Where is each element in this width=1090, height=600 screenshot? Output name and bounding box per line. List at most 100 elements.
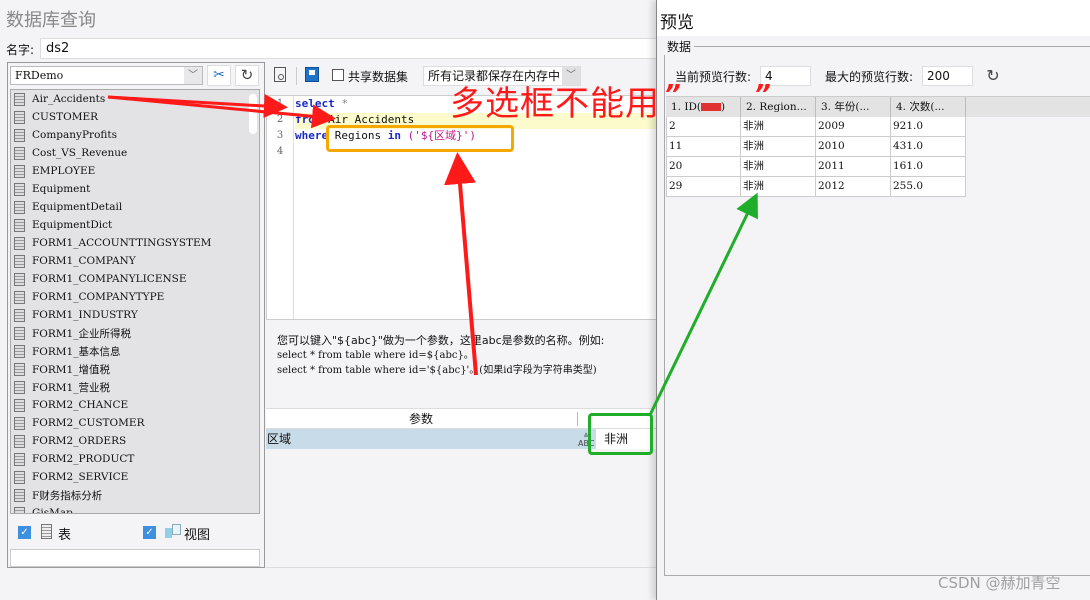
database-select[interactable]: FRDemo ﹀ bbox=[10, 66, 203, 85]
result-cell: 11 bbox=[666, 137, 741, 157]
table-name: FORM2_PRODUCT bbox=[32, 453, 135, 465]
table-list-item[interactable]: EMPLOYEE bbox=[11, 162, 259, 180]
table-icon bbox=[14, 146, 25, 160]
column-header-label: 3. 年份(... bbox=[821, 101, 870, 113]
table-name: Equipment bbox=[32, 183, 91, 195]
table-list-item[interactable]: FORM2_SERVICE bbox=[11, 468, 259, 486]
table-list-item[interactable]: F财务指标分析 bbox=[11, 486, 259, 504]
table-filter-label: 表 bbox=[58, 528, 72, 543]
table-icon bbox=[14, 308, 25, 322]
table-list-item[interactable]: EquipmentDetail bbox=[11, 198, 259, 216]
result-row[interactable]: 29 非洲 2012 255.0 bbox=[666, 177, 1090, 197]
code-token: from bbox=[295, 113, 322, 126]
view-filter-checkbox[interactable]: ✓ bbox=[143, 526, 156, 539]
line-number-gutter: 1 2 3 4 bbox=[267, 96, 294, 319]
table-icon bbox=[14, 182, 25, 196]
hint-line-2: select * from table where id=${abc}。 bbox=[277, 350, 474, 361]
result-cell: 非洲 bbox=[741, 137, 816, 157]
table-list-item[interactable]: FORM1_增值税 bbox=[11, 360, 259, 378]
chevron-down-icon[interactable]: ﹀ bbox=[562, 67, 580, 85]
table-list-item[interactable]: FORM1_COMPANY bbox=[11, 252, 259, 270]
table-icon bbox=[14, 326, 25, 340]
table-icon bbox=[14, 200, 25, 214]
table-icon bbox=[14, 344, 25, 358]
table-icon bbox=[41, 524, 52, 539]
table-icon bbox=[14, 110, 25, 124]
annotation-quote-open: ” bbox=[664, 80, 681, 110]
table-list-item[interactable]: EquipmentDict bbox=[11, 216, 259, 234]
code-token: * bbox=[334, 97, 348, 110]
table-list-item[interactable]: GisMap bbox=[11, 504, 259, 513]
line-number: 3 bbox=[276, 130, 284, 141]
table-list-item[interactable]: FORM1_ACCOUNTTINGSYSTEM bbox=[11, 234, 259, 252]
refresh-tables-button[interactable]: ↻ bbox=[235, 65, 259, 86]
table-list-item[interactable]: FORM1_COMPANYLICENSE bbox=[11, 270, 259, 288]
tools-icon: ✂ bbox=[213, 67, 225, 83]
table-list-item[interactable]: CompanyProfits bbox=[11, 126, 259, 144]
result-row[interactable]: 2 非洲 2009 921.0 bbox=[666, 117, 1090, 137]
table-name: EquipmentDict bbox=[32, 219, 113, 231]
table-icon bbox=[14, 236, 25, 250]
share-dataset-label: 共享数据集 bbox=[348, 70, 409, 84]
annotation-text: 多选框不能用 bbox=[450, 84, 660, 124]
result-table-header: 1. ID() 2. Region... 3. 年份(... 4. 次数(... bbox=[666, 96, 1090, 117]
chevron-down-icon[interactable]: ﹀ bbox=[184, 67, 202, 84]
scrollbar[interactable] bbox=[249, 94, 257, 134]
table-icon bbox=[14, 164, 25, 178]
table-list-item[interactable]: Cost_VS_Revenue bbox=[11, 144, 259, 162]
table-list-item[interactable]: FORM1_营业税 bbox=[11, 378, 259, 396]
table-list-item[interactable]: FORM2_CHANCE bbox=[11, 396, 259, 414]
result-table: 1. ID() 2. Region... 3. 年份(... 4. 次数(... 2非… bbox=[666, 96, 1090, 197]
table-name: FORM1_增值税 bbox=[32, 363, 110, 376]
table-list-item[interactable]: FORM2_PRODUCT bbox=[11, 450, 259, 468]
table-name: Air_Accidents bbox=[32, 93, 106, 105]
table-name: FORM1_COMPANYLICENSE bbox=[32, 273, 187, 285]
share-dataset-checkbox[interactable] bbox=[332, 69, 344, 81]
table-name: F财务指标分析 bbox=[32, 489, 103, 502]
table-list-item[interactable]: FORM1_企业所得税 bbox=[11, 324, 259, 342]
table-icon bbox=[14, 380, 25, 394]
table-list-item[interactable]: FORM2_CUSTOMER bbox=[11, 414, 259, 432]
save-icon[interactable] bbox=[305, 67, 319, 82]
table-list-item[interactable]: FORM1_基本信息 bbox=[11, 342, 259, 360]
table-list-item[interactable]: CUSTOMER bbox=[11, 108, 259, 126]
memory-mode-select[interactable]: 所有记录都保存在内存中 ﹀ bbox=[423, 66, 581, 86]
name-input[interactable]: ds2 bbox=[40, 38, 657, 59]
line-number: 2 bbox=[276, 114, 284, 125]
result-cell: 255.0 bbox=[891, 177, 966, 197]
result-row[interactable]: 20 非洲 2011 161.0 bbox=[666, 157, 1090, 177]
table-search-input[interactable] bbox=[10, 549, 260, 567]
preview-icon[interactable] bbox=[274, 67, 286, 82]
table-name: FORM1_企业所得税 bbox=[32, 327, 131, 340]
table-name: CUSTOMER bbox=[32, 111, 99, 123]
result-cell: 2009 bbox=[816, 117, 891, 137]
table-name: FORM1_ACCOUNTTINGSYSTEM bbox=[32, 237, 212, 249]
result-row[interactable]: 11 非洲 2010 431.0 bbox=[666, 137, 1090, 157]
result-column-header[interactable]: 4. 次数(... bbox=[891, 97, 966, 117]
max-rows-label: 最大的预览行数: bbox=[825, 70, 914, 84]
table-name: FORM1_营业税 bbox=[32, 381, 110, 394]
result-cell: 2012 bbox=[816, 177, 891, 197]
result-cell: 非洲 bbox=[741, 157, 816, 177]
table-filter-checkbox[interactable]: ✓ bbox=[18, 526, 31, 539]
parameter-hint: 您可以键入"${abc}"做为一个参数，这里abc是参数的名称。例如: sele… bbox=[266, 322, 657, 408]
hint-line-3: select * from table where id='${abc}'。(如… bbox=[277, 365, 597, 376]
table-list-item[interactable]: Equipment bbox=[11, 180, 259, 198]
code-token: select bbox=[295, 97, 335, 110]
result-column-header[interactable]: 2. Region... bbox=[741, 97, 816, 117]
max-rows-input[interactable]: 200 bbox=[922, 66, 973, 86]
result-column-header[interactable]: 3. 年份(... bbox=[816, 97, 891, 117]
connection-settings-button[interactable]: ✂ bbox=[207, 65, 231, 86]
table-list-item[interactable]: Air_Accidents bbox=[11, 90, 259, 108]
preview-titlebar: 预览 bbox=[657, 0, 1090, 36]
result-cell: 921.0 bbox=[891, 117, 966, 137]
table-list-item[interactable]: FORM2_ORDERS bbox=[11, 432, 259, 450]
refresh-preview-button[interactable]: ↻ bbox=[984, 66, 1002, 86]
refresh-icon: ↻ bbox=[240, 66, 254, 84]
table-name: FORM2_ORDERS bbox=[32, 435, 127, 447]
table-list-item[interactable]: FORM1_INDUSTRY bbox=[11, 306, 259, 324]
preview-title: 预览 bbox=[660, 13, 694, 33]
result-cell: 20 bbox=[666, 157, 741, 177]
table-list-item[interactable]: FORM1_COMPANYTYPE bbox=[11, 288, 259, 306]
table-icon bbox=[14, 434, 25, 448]
